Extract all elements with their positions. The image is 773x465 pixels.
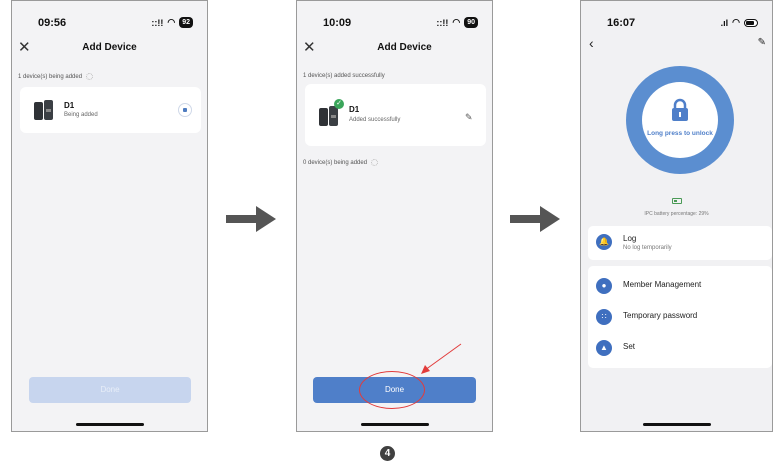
device-status: Being added <box>64 112 98 118</box>
log-title: Log <box>623 234 637 243</box>
lock-device-icon <box>319 106 345 126</box>
battery-level-icon <box>672 198 682 204</box>
menu-card: ● Member Management ∷ Temporary password… <box>588 266 772 368</box>
nav-bar: ✕ Add Device <box>12 39 207 61</box>
pencil-icon[interactable]: ✎ <box>758 37 766 48</box>
home-indicator <box>75 423 144 426</box>
log-row[interactable]: 🔔 Log No log temporarily <box>588 231 772 253</box>
page-title: Add Device <box>377 42 432 53</box>
device-name: D1 <box>64 101 75 110</box>
status-icons: ::!! ◠ 92 <box>151 17 193 28</box>
page-title: Add Device <box>82 42 137 53</box>
status-time: 10:09 <box>323 17 352 29</box>
pointer-arrow-icon <box>421 343 462 374</box>
pending-status-label: 0 device(s) being added <box>303 159 379 166</box>
adding-status-label: 1 device(s) being added <box>18 73 94 80</box>
nav-bar: ✕ Add Device <box>297 39 492 61</box>
signal-icon: ::!! <box>151 17 164 28</box>
battery-icon <box>744 18 758 27</box>
status-bar: 09:56 ::!! ◠ 92 <box>12 11 207 31</box>
loading-progress-icon <box>178 103 192 117</box>
loading-spinner-icon <box>86 73 94 80</box>
menu-item-label: Set <box>623 342 636 351</box>
status-icons: ::!! ◠ 90 <box>436 17 478 28</box>
unlock-button-inner: Long press to unlock <box>642 82 718 158</box>
pencil-icon[interactable]: ✎ <box>465 112 473 123</box>
menu-item-temporary-password[interactable]: ∷ Temporary password <box>588 306 772 328</box>
person-icon: ● <box>596 278 612 294</box>
lock-device-icon <box>34 100 60 120</box>
phone-screen-lock-home: 16:07 .ıl ◠ ‹ ✎ Long press to unlock IPC… <box>580 0 773 432</box>
padlock-icon <box>672 98 688 121</box>
pending-status-text: 0 device(s) being added <box>303 159 368 166</box>
device-card[interactable]: D1 Being added <box>20 87 201 133</box>
step-number-badge: 4 <box>380 446 395 461</box>
signal-icon: ::!! <box>436 17 449 28</box>
keypad-icon: ∷ <box>596 309 612 325</box>
battery-icon: 90 <box>464 17 478 28</box>
bell-icon: 🔔 <box>596 234 612 250</box>
device-card[interactable]: ✓ D1 Added successfully ✎ <box>305 84 486 146</box>
success-status-label: 1 device(s) added successfully <box>303 73 385 79</box>
unlock-button[interactable]: Long press to unlock <box>626 66 734 174</box>
menu-item-label: Temporary password <box>623 311 698 320</box>
right-arrow-icon <box>510 206 560 232</box>
home-indicator <box>360 423 429 426</box>
loading-spinner-icon <box>371 159 379 166</box>
bell-icon: ▲ <box>596 340 612 356</box>
status-bar: 10:09 ::!! ◠ 90 <box>297 11 492 31</box>
chevron-left-icon[interactable]: ‹ <box>589 35 594 51</box>
home-indicator <box>642 423 711 426</box>
success-status-text: 1 device(s) added successfully <box>303 73 385 79</box>
battery-percentage: IPC battery percentage: 29% <box>644 211 709 217</box>
menu-item-set[interactable]: ▲ Set <box>588 337 772 359</box>
device-name: D1 <box>349 105 360 114</box>
unlock-hint: Long press to unlock <box>647 130 713 137</box>
right-arrow-icon <box>226 206 276 232</box>
done-button-disabled[interactable]: Done <box>29 377 191 403</box>
menu-item-member-management[interactable]: ● Member Management <box>588 275 772 297</box>
status-time: 09:56 <box>38 17 67 29</box>
check-icon: ✓ <box>334 99 344 109</box>
device-status: Added successfully <box>349 117 401 123</box>
status-time: 16:07 <box>607 17 636 29</box>
wifi-icon: ◠ <box>167 17 176 27</box>
phone-screen-adding: 09:56 ::!! ◠ 92 ✕ Add Device 1 device(s)… <box>11 0 208 432</box>
menu-item-label: Member Management <box>623 280 702 289</box>
battery-icon: 92 <box>179 17 193 28</box>
log-subtitle: No log temporarily <box>623 245 672 251</box>
log-card[interactable]: 🔔 Log No log temporarily <box>588 226 772 260</box>
status-bar: 16:07 .ıl ◠ <box>581 11 772 31</box>
wifi-icon: ◠ <box>732 17 740 27</box>
wifi-icon: ◠ <box>452 17 461 27</box>
signal-icon: .ıl <box>720 17 729 28</box>
adding-status-text: 1 device(s) being added <box>18 73 83 80</box>
status-icons: .ıl ◠ <box>721 17 758 28</box>
